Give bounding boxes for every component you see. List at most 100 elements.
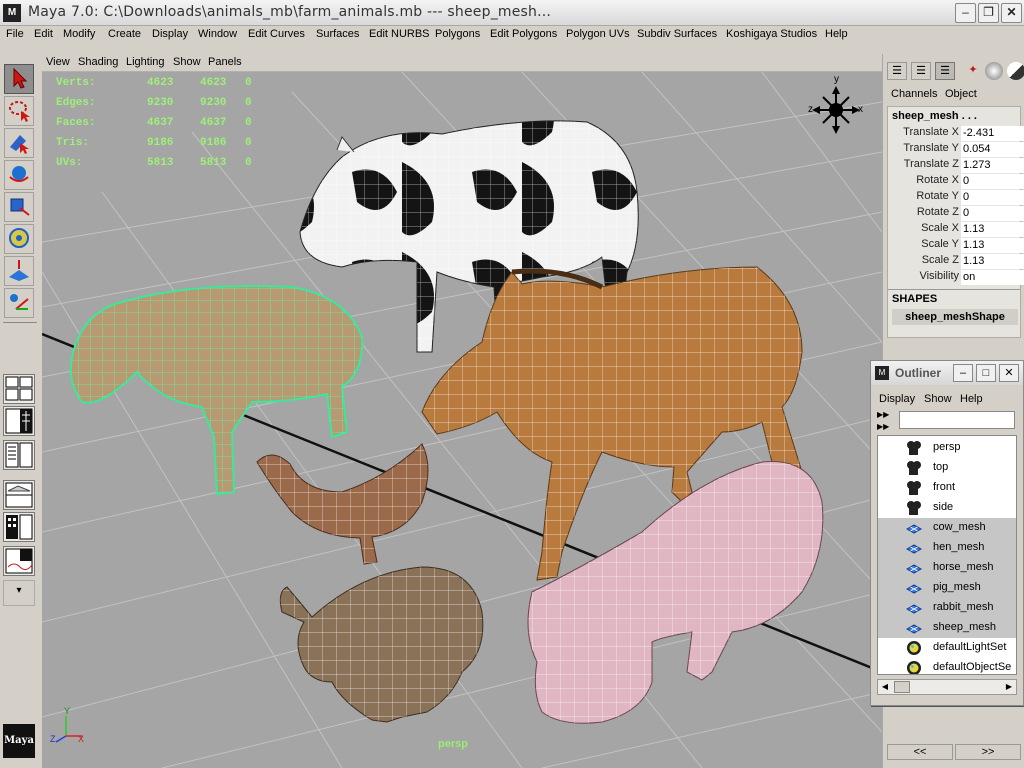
attribute-row[interactable]: Translate Y 0.054: [891, 142, 1024, 158]
menu-file[interactable]: File: [6, 28, 24, 40]
attribute-row[interactable]: Scale X 1.13: [891, 222, 1024, 238]
menu-edit-nurbs[interactable]: Edit NURBS: [369, 28, 430, 40]
attribute-row[interactable]: Scale Z 1.13: [891, 254, 1024, 270]
object-menu[interactable]: Object: [945, 88, 977, 100]
menu-create[interactable]: Create: [108, 28, 141, 40]
menu-koshigaya-studios[interactable]: Koshigaya Studios: [726, 28, 817, 40]
menu-edit-polygons[interactable]: Edit Polygons: [490, 28, 557, 40]
attribute-value[interactable]: 0.054: [961, 142, 1024, 157]
menu-modify[interactable]: Modify: [63, 28, 95, 40]
list-item[interactable]: persp: [878, 438, 1016, 458]
tool-settings-icon[interactable]: ☰: [911, 62, 931, 80]
attribute-value[interactable]: 1.13: [961, 238, 1024, 253]
scroll-right-icon[interactable]: ▶: [1002, 680, 1016, 694]
attribute-value[interactable]: 1.273: [961, 158, 1024, 173]
layout-graph-pane-icon[interactable]: [3, 480, 35, 510]
filter-arrows-icon[interactable]: ▶▶: [877, 423, 893, 431]
viewport-menu-view[interactable]: View: [46, 56, 70, 68]
soft-mod-icon[interactable]: [4, 256, 34, 286]
sheep-mesh[interactable]: [69, 285, 364, 496]
layout-single-pane-icon[interactable]: [3, 374, 35, 404]
outliner-menu-help[interactable]: Help: [960, 393, 983, 405]
paint-select-icon[interactable]: [4, 128, 34, 158]
show-manipulator-icon[interactable]: [4, 288, 34, 318]
attribute-value[interactable]: 1.13: [961, 222, 1024, 237]
viewport-menu-panels[interactable]: Panels: [208, 56, 242, 68]
filter-arrows-icon[interactable]: ▶▶: [877, 411, 893, 419]
rabbit-mesh[interactable]: [279, 566, 484, 723]
attribute-row[interactable]: Rotate Z0: [891, 206, 1024, 222]
layout-dopesheet-pane-icon[interactable]: [3, 546, 35, 576]
attribute-value[interactable]: 0: [961, 206, 1024, 221]
attribute-row[interactable]: Translate X -2.431: [891, 126, 1024, 142]
scene-canvas[interactable]: Verts: 4623 4623 0 Edges: 9230 9230 0 Fa…: [42, 72, 882, 768]
list-item[interactable]: top: [878, 458, 1016, 478]
channel-box-icon[interactable]: ☰: [935, 62, 955, 80]
menu-polygons[interactable]: Polygons: [435, 28, 480, 40]
menu-help[interactable]: Help: [825, 28, 848, 40]
attribute-value[interactable]: -2.431: [961, 126, 1024, 141]
select-arrow-icon[interactable]: [4, 64, 34, 94]
lasso-icon[interactable]: [4, 96, 34, 126]
outliner-maximize-icon[interactable]: □: [976, 364, 996, 382]
list-item[interactable]: cow_mesh: [878, 518, 1016, 538]
list-item[interactable]: horse_mesh: [878, 558, 1016, 578]
view-compass-icon[interactable]: y z x: [806, 74, 866, 140]
scroll-thumb[interactable]: [894, 681, 910, 693]
outliner-filter-input[interactable]: [899, 411, 1015, 429]
attribute-editor-icon[interactable]: ☰: [887, 62, 907, 80]
perspective-viewport[interactable]: View Shading Lighting Show Panels Verts:…: [42, 54, 882, 768]
restore-icon[interactable]: ❐: [978, 3, 999, 23]
list-item[interactable]: rabbit_mesh: [878, 598, 1016, 618]
viewport-menu-lighting[interactable]: Lighting: [126, 56, 165, 68]
scroll-left-icon[interactable]: ◀: [878, 680, 892, 694]
menu-surfaces[interactable]: Surfaces: [316, 28, 359, 40]
attribute-row[interactable]: Rotate X0: [891, 174, 1024, 190]
scroll-right-button[interactable]: >>: [955, 744, 1021, 760]
rotate-tool-icon[interactable]: [4, 160, 34, 190]
hen-mesh[interactable]: [256, 443, 429, 565]
outliner-horizontal-scrollbar[interactable]: ◀ ▶: [877, 679, 1017, 695]
layout-outliner-pane-icon[interactable]: [3, 440, 35, 470]
channels-menu[interactable]: Channels: [891, 88, 937, 100]
menu-subdiv-surfaces[interactable]: Subdiv Surfaces: [637, 28, 717, 40]
attribute-value[interactable]: on: [961, 270, 1024, 285]
menu-polygon-uvs[interactable]: Polygon UVs: [566, 28, 630, 40]
scroll-left-button[interactable]: <<: [887, 744, 953, 760]
menu-window[interactable]: Window: [198, 28, 237, 40]
attribute-row[interactable]: Rotate Y0: [891, 190, 1024, 206]
shape-name[interactable]: sheep_meshShape: [892, 309, 1018, 325]
universal-manipulator-icon[interactable]: [4, 224, 34, 254]
outliner-menu-display[interactable]: Display: [879, 393, 915, 405]
layout-hypershade-pane-icon[interactable]: [3, 512, 35, 542]
attribute-row[interactable]: Translate Z 1.273: [891, 158, 1024, 174]
attribute-value[interactable]: 1.13: [961, 254, 1024, 269]
list-item[interactable]: sheep_mesh: [878, 618, 1016, 638]
list-item[interactable]: hen_mesh: [878, 538, 1016, 558]
list-item[interactable]: side: [878, 498, 1016, 518]
list-item[interactable]: defaultLightSet: [878, 638, 1016, 658]
render-sphere-icon[interactable]: [985, 62, 1003, 80]
outliner-close-icon[interactable]: ✕: [999, 364, 1019, 382]
xyz-manipulator-icon[interactable]: ✦: [963, 62, 983, 80]
scale-tool-icon[interactable]: [4, 192, 34, 222]
menu-display[interactable]: Display: [152, 28, 188, 40]
menu-edit-curves[interactable]: Edit Curves: [248, 28, 305, 40]
list-item[interactable]: defaultObjectSe: [878, 658, 1016, 674]
outliner-menu-show[interactable]: Show: [924, 393, 952, 405]
layout-dropdown-icon[interactable]: ▾: [3, 580, 35, 606]
attribute-value[interactable]: 0: [961, 190, 1024, 205]
outliner-title-bar[interactable]: M Outliner – □ ✕: [871, 361, 1023, 385]
outliner-minimize-icon[interactable]: –: [953, 364, 973, 382]
list-item[interactable]: front: [878, 478, 1016, 498]
viewport-menu-show[interactable]: Show: [173, 56, 201, 68]
close-icon[interactable]: ✕: [1001, 3, 1022, 23]
attribute-row[interactable]: Visibility on: [891, 270, 1024, 286]
layout-four-panes-icon[interactable]: [3, 406, 35, 436]
contrast-icon[interactable]: [1007, 62, 1024, 80]
menu-edit[interactable]: Edit: [34, 28, 53, 40]
attribute-row[interactable]: Scale Y 1.13: [891, 238, 1024, 254]
viewport-menu-shading[interactable]: Shading: [78, 56, 118, 68]
object-name[interactable]: sheep_mesh . . .: [892, 110, 977, 122]
list-item[interactable]: pig_mesh: [878, 578, 1016, 598]
